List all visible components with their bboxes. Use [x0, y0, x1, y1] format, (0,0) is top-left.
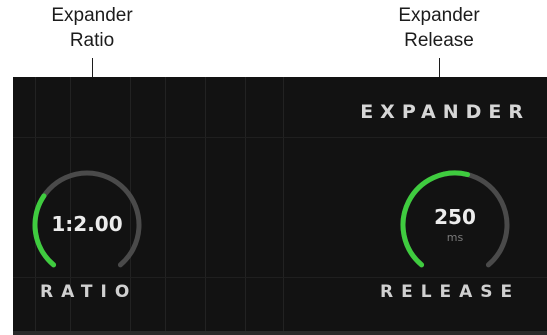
grid-line — [245, 77, 246, 331]
grid-line — [205, 77, 206, 331]
release-value: 250 — [434, 205, 476, 229]
callout-expander-release: Expander Release — [369, 3, 509, 53]
grid-line — [13, 137, 547, 138]
section-title-expander: EXPANDER — [360, 101, 530, 123]
expander-panel: EXPANDER 1:2.00 RATIO 250 ms RELEASE — [13, 77, 547, 335]
callout-line2: Ratio — [69, 30, 115, 51]
ratio-knob[interactable]: 1:2.00 — [17, 155, 157, 295]
grid-line — [165, 77, 166, 331]
release-unit: ms — [446, 231, 464, 244]
callout-line1: Expander — [398, 5, 480, 26]
release-knob[interactable]: 250 ms — [385, 155, 525, 295]
ratio-label: RATIO — [40, 282, 138, 302]
grid-line — [283, 77, 284, 331]
callout-expander-ratio: Expander Ratio — [22, 3, 162, 53]
callout-line1: Expander — [51, 5, 133, 26]
ratio-value: 1:2.00 — [51, 212, 123, 236]
callout-line2: Release — [404, 30, 474, 51]
release-label: RELEASE — [380, 282, 521, 302]
